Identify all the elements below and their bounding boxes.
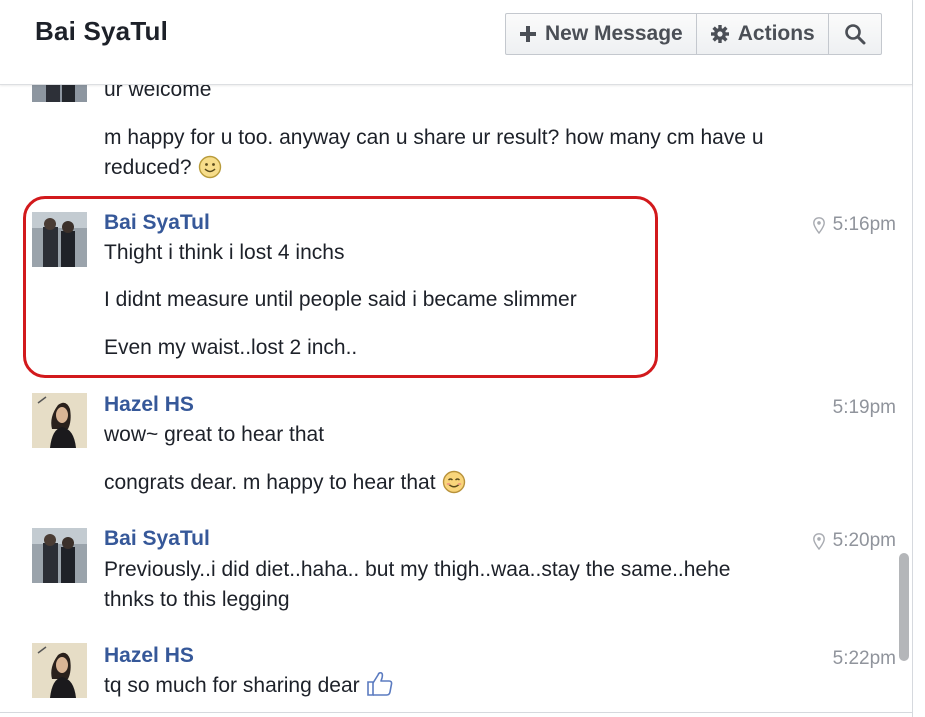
avatar-photo [32,393,87,448]
avatar-photo [32,643,87,698]
message-text[interactable]: tq so much for sharing dear [104,671,804,701]
avatar[interactable] [32,85,87,102]
message-text[interactable]: Previously..i did diet..haha.. but my th… [104,555,804,585]
conversation-title[interactable]: Bai SyaTul [35,16,168,47]
sender-name[interactable]: Hazel HS [104,390,804,420]
actions-label: Actions [737,22,815,45]
message-group: Bai SyaTul Previously..i did diet..haha.… [104,524,804,615]
message-text[interactable]: reduced? [104,153,804,183]
message-timestamp: 5:16pm [812,214,896,236]
search-icon [844,24,866,45]
sender-name[interactable]: Bai SyaTul [104,208,804,238]
gear-icon [710,25,729,43]
message-group: ur welcome m happy for u too. anyway can… [104,85,804,183]
avatar-photo [32,212,87,267]
message-text[interactable]: ur welcome [104,85,804,103]
header-button-group: New Message Actions [505,13,882,55]
message-timestamp: 5:20pm [812,530,896,552]
message-group: Hazel HS tq so much for sharing dear [104,641,804,701]
message-text[interactable]: wow~ great to hear that [104,420,804,450]
sender-name[interactable]: Bai SyaTul [104,524,804,554]
message-text[interactable]: congrats dear. m happy to hear that [104,468,804,498]
message-text[interactable]: I didnt measure until people said i beca… [104,285,804,315]
message-text[interactable]: m happy for u too. anyway can u share ur… [104,123,804,153]
thumbs-up-emoji-icon [366,671,393,696]
blush-emoji-icon [442,470,465,494]
search-button[interactable] [829,14,881,54]
scrollbar-thumb[interactable] [899,553,909,661]
pane-bottom-border [0,712,913,713]
actions-button[interactable]: Actions [697,14,829,54]
avatar[interactable] [32,643,87,698]
new-message-label: New Message [545,22,683,45]
location-pin-icon [812,216,825,234]
avatar-photo [32,85,87,102]
plus-icon [520,26,536,42]
conversation-header: Bai SyaTul New Message Actions [0,0,912,85]
message-text[interactable]: Thight i think i lost 4 inchs [104,238,804,268]
avatar[interactable] [32,212,87,267]
new-message-button[interactable]: New Message [506,14,697,54]
avatar[interactable] [32,393,87,448]
message-text[interactable]: thnks to this legging [104,585,804,615]
avatar-photo [32,528,87,583]
message-group: Hazel HS wow~ great to hear that congrat… [104,390,804,498]
message-timestamp: 5:19pm [832,397,896,418]
message-timestamp: 5:22pm [832,648,896,669]
avatar[interactable] [32,528,87,583]
pane-border [912,0,913,717]
sender-name[interactable]: Hazel HS [104,641,804,671]
message-thread[interactable]: ur welcome m happy for u too. anyway can… [0,85,912,712]
location-pin-icon [812,532,825,550]
smile-emoji-icon [198,155,221,179]
message-group: Bai SyaTul Thight i think i lost 4 inchs… [104,208,804,363]
message-text[interactable]: Even my waist..lost 2 inch.. [104,333,804,363]
